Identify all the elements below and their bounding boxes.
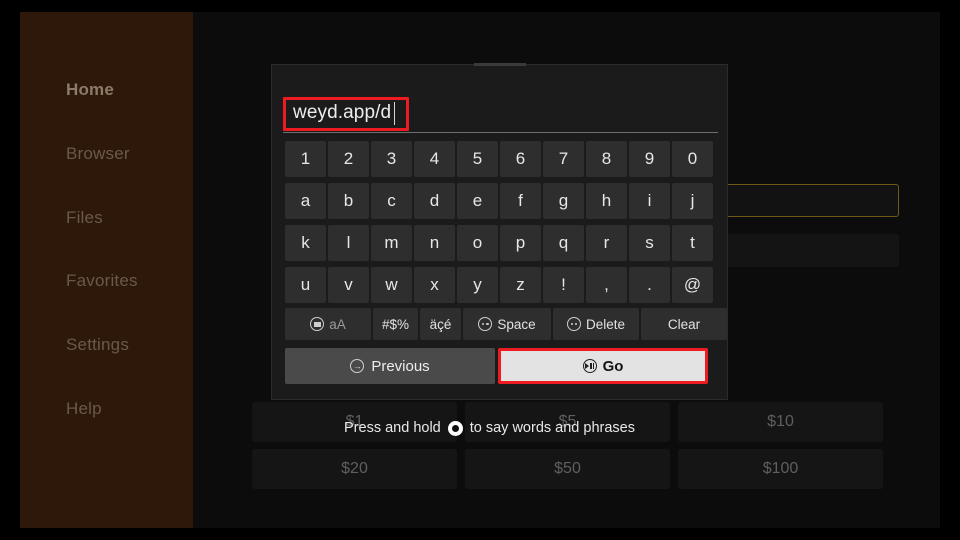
key-toggle-case[interactable]: aA	[285, 308, 371, 340]
sidebar-item-files[interactable]: Files	[20, 208, 193, 228]
key-g[interactable]: g	[543, 183, 584, 219]
key-k[interactable]: k	[285, 225, 326, 261]
go-button[interactable]: Go	[501, 351, 705, 381]
app-content-area: Home Browser Files Favorites Settings He…	[20, 12, 940, 528]
key-i[interactable]: i	[629, 183, 670, 219]
key-toggle-case-label: aA	[329, 316, 346, 332]
key-c[interactable]: c	[371, 183, 412, 219]
key-v[interactable]: v	[328, 267, 369, 303]
key-space[interactable]: Space	[463, 308, 551, 340]
keyboard-row-aj: a b c d e f g h i j	[285, 183, 713, 219]
voice-mic-icon	[447, 420, 463, 436]
keyboard-row-kt: k l m n o p q r s t	[285, 225, 713, 261]
key-0[interactable]: 0	[672, 141, 713, 177]
key-2[interactable]: 2	[328, 141, 369, 177]
key-q[interactable]: q	[543, 225, 584, 261]
sidebar-item-favorites[interactable]: Favorites	[20, 271, 193, 291]
sidebar-item-browser[interactable]: Browser	[20, 144, 193, 164]
previous-button[interactable]: → Previous	[285, 348, 495, 384]
key-h[interactable]: h	[586, 183, 627, 219]
key-1[interactable]: 1	[285, 141, 326, 177]
onscreen-keyboard-dialog: weyd.app/d 1 2 3 4 5 6 7 8 9 0 a b c d e…	[271, 63, 728, 400]
key-w[interactable]: w	[371, 267, 412, 303]
key-e[interactable]: e	[457, 183, 498, 219]
key-y[interactable]: y	[457, 267, 498, 303]
remote-button-icon	[478, 317, 493, 331]
url-input-area[interactable]: weyd.app/d	[283, 95, 718, 133]
key-a[interactable]: a	[285, 183, 326, 219]
key-8[interactable]: 8	[586, 141, 627, 177]
voice-hint-text-before: Press and hold	[344, 420, 441, 436]
key-6[interactable]: 6	[500, 141, 541, 177]
key-r[interactable]: r	[586, 225, 627, 261]
sidebar-item-help[interactable]: Help	[20, 399, 193, 419]
key-s[interactable]: s	[629, 225, 670, 261]
key-o[interactable]: o	[457, 225, 498, 261]
key-z[interactable]: z	[500, 267, 541, 303]
sidebar: Home Browser Files Favorites Settings He…	[20, 12, 193, 528]
key-accents[interactable]: äçé	[420, 308, 461, 340]
key-m[interactable]: m	[371, 225, 412, 261]
key-p[interactable]: p	[500, 225, 541, 261]
key-5[interactable]: 5	[457, 141, 498, 177]
input-underline	[283, 132, 718, 133]
key-t[interactable]: t	[672, 225, 713, 261]
key-4[interactable]: 4	[414, 141, 455, 177]
keyboard-row-numbers: 1 2 3 4 5 6 7 8 9 0	[285, 141, 713, 177]
voice-hint-text-after: to say words and phrases	[469, 420, 635, 436]
text-caret	[394, 102, 395, 125]
key-n[interactable]: n	[414, 225, 455, 261]
key-clear[interactable]: Clear	[641, 308, 727, 340]
key-d[interactable]: d	[414, 183, 455, 219]
remote-button-icon	[566, 317, 581, 331]
sidebar-item-home[interactable]: Home	[20, 80, 193, 100]
go-button-label: Go	[602, 357, 624, 375]
key-space-label: Space	[497, 316, 536, 332]
key-at[interactable]: @	[672, 267, 713, 303]
key-symbols[interactable]: #$%	[373, 308, 418, 340]
key-delete[interactable]: Delete	[553, 308, 639, 340]
key-x[interactable]: x	[414, 267, 455, 303]
key-accents-label: äçé	[429, 316, 452, 332]
back-circle-icon: →	[350, 359, 365, 373]
key-b[interactable]: b	[328, 183, 369, 219]
go-button-focus-ring: Go	[498, 348, 708, 384]
key-7[interactable]: 7	[543, 141, 584, 177]
keyboard-function-row: aA #$% äçé Space Delete Clear	[285, 308, 727, 340]
sidebar-item-settings[interactable]: Settings	[20, 335, 193, 355]
donate-button[interactable]: $100	[678, 449, 883, 489]
key-exclaim[interactable]: !	[543, 267, 584, 303]
key-period[interactable]: .	[629, 267, 670, 303]
menu-circle-icon	[310, 317, 325, 331]
playpause-circle-icon	[582, 359, 597, 373]
key-clear-label: Clear	[667, 316, 701, 332]
keyboard-action-row: → Previous Go	[285, 348, 708, 384]
tv-screen: Home Browser Files Favorites Settings He…	[0, 0, 960, 540]
key-f[interactable]: f	[500, 183, 541, 219]
key-u[interactable]: u	[285, 267, 326, 303]
url-input-value[interactable]: weyd.app/d	[293, 102, 391, 124]
donate-button[interactable]: $20	[252, 449, 457, 489]
dialog-notch	[474, 63, 526, 66]
key-l[interactable]: l	[328, 225, 369, 261]
key-j[interactable]: j	[672, 183, 713, 219]
key-comma[interactable]: ,	[586, 267, 627, 303]
previous-button-label: Previous	[371, 357, 430, 375]
voice-hint-overlay: Press and hold to say words and phrases	[252, 408, 727, 448]
key-3[interactable]: 3	[371, 141, 412, 177]
keyboard-row-uz-punct: u v w x y z ! , . @	[285, 267, 713, 303]
key-9[interactable]: 9	[629, 141, 670, 177]
donate-button[interactable]: $50	[465, 449, 670, 489]
key-delete-label: Delete	[585, 316, 626, 332]
key-symbols-label: #$%	[381, 316, 410, 332]
